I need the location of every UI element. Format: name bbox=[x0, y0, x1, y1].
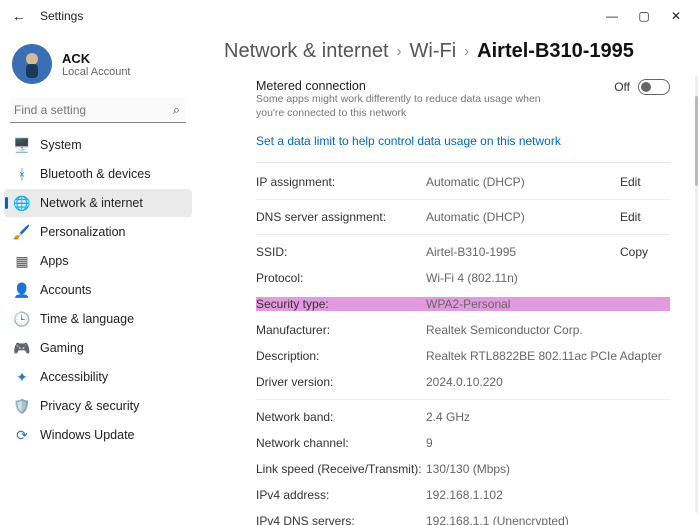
breadcrumb: Network & internet › Wi-Fi › Airtel-B310… bbox=[224, 40, 670, 63]
breadcrumb-l1[interactable]: Network & internet bbox=[224, 40, 389, 63]
nav-icon: ᚼ bbox=[14, 166, 30, 182]
edit-button[interactable]: Edit bbox=[620, 175, 670, 189]
nav-icon: 🌐 bbox=[14, 195, 30, 211]
minimize-button[interactable]: — bbox=[596, 2, 628, 30]
row-label: Security type: bbox=[256, 297, 426, 311]
nav-label: Accessibility bbox=[40, 370, 108, 384]
main: Network & internet › Wi-Fi › Airtel-B310… bbox=[200, 32, 700, 525]
nav-icon: ▦ bbox=[14, 253, 30, 269]
row-value: 192.168.1.1 (Unencrypted) 192.168.1.1 (U… bbox=[426, 514, 670, 525]
chevron-right-icon: › bbox=[464, 43, 469, 60]
row-value: Wi-Fi 4 (802.11n) bbox=[426, 271, 670, 285]
titlebar: ← Settings — ▢ ✕ bbox=[0, 0, 700, 32]
row-label: IP assignment: bbox=[256, 175, 426, 189]
sidebar-item-network-internet[interactable]: 🌐 Network & internet bbox=[4, 189, 192, 217]
avatar bbox=[12, 44, 52, 84]
sidebar-item-windows-update[interactable]: ⟳ Windows Update bbox=[4, 421, 192, 449]
row-value: WPA2-Personal bbox=[426, 297, 670, 311]
nav-icon: 🎮 bbox=[14, 340, 30, 356]
row-label: Link speed (Receive/Transmit): bbox=[256, 462, 426, 476]
sidebar-item-accessibility[interactable]: ✦ Accessibility bbox=[4, 363, 192, 391]
sidebar-item-apps[interactable]: ▦ Apps bbox=[4, 247, 192, 275]
nav-label: Network & internet bbox=[40, 196, 143, 210]
metered-state: Off bbox=[614, 80, 630, 94]
row-label: SSID: bbox=[256, 245, 426, 259]
row-label: DNS server assignment: bbox=[256, 210, 426, 224]
metered-desc: Some apps might work differently to redu… bbox=[256, 93, 566, 120]
sidebar-item-system[interactable]: 🖥️ System bbox=[4, 131, 192, 159]
profile-sub: Local Account bbox=[62, 66, 131, 78]
edit-button[interactable]: Edit bbox=[620, 210, 670, 224]
sidebar-item-bluetooth-devices[interactable]: ᚼ Bluetooth & devices bbox=[4, 160, 192, 188]
metered-connection: Metered connection Some apps might work … bbox=[224, 77, 670, 128]
row-value: 130/130 (Mbps) bbox=[426, 462, 670, 476]
row-label: IPv4 address: bbox=[256, 488, 426, 502]
sidebar-item-personalization[interactable]: 🖌️ Personalization bbox=[4, 218, 192, 246]
sidebar-item-time-language[interactable]: 🕒 Time & language bbox=[4, 305, 192, 333]
row-label: IPv4 DNS servers: bbox=[256, 514, 426, 525]
nav-icon: 🛡️ bbox=[14, 398, 30, 414]
search-input[interactable] bbox=[10, 98, 186, 123]
nav-label: Privacy & security bbox=[40, 399, 139, 413]
row-label: Manufacturer: bbox=[256, 323, 426, 337]
row-value: 2024.0.10.220 bbox=[426, 375, 670, 389]
row-value: Automatic (DHCP) bbox=[426, 210, 620, 224]
breadcrumb-current: Airtel-B310-1995 bbox=[477, 40, 634, 63]
nav-label: Windows Update bbox=[40, 428, 135, 442]
window-controls: — ▢ ✕ bbox=[596, 2, 692, 30]
nav-icon: 🖌️ bbox=[14, 224, 30, 240]
nav-label: System bbox=[40, 138, 82, 152]
divider bbox=[256, 162, 670, 163]
profile[interactable]: ACK Local Account bbox=[4, 40, 192, 96]
row-value: Automatic (DHCP) bbox=[426, 175, 620, 189]
nav-label: Time & language bbox=[40, 312, 134, 326]
nav-icon: ✦ bbox=[14, 369, 30, 385]
row-label: Protocol: bbox=[256, 271, 426, 285]
profile-name: ACK bbox=[62, 51, 131, 66]
nav-icon: 👤 bbox=[14, 282, 30, 298]
nav-label: Bluetooth & devices bbox=[40, 167, 151, 181]
row-value: Realtek Semiconductor Corp. bbox=[426, 323, 670, 337]
nav: 🖥️ System ᚼ Bluetooth & devices 🌐 Network & i… bbox=[4, 131, 192, 449]
scrollbar[interactable] bbox=[695, 76, 698, 513]
close-button[interactable]: ✕ bbox=[660, 2, 692, 30]
info-table: IP assignment: Automatic (DHCP) Edit DNS… bbox=[224, 169, 670, 525]
chevron-right-icon: › bbox=[397, 43, 402, 60]
row-value: Airtel-B310-1995 bbox=[426, 245, 620, 259]
nav-icon: 🕒 bbox=[14, 311, 30, 327]
metered-title: Metered connection bbox=[256, 79, 566, 93]
data-limit-link[interactable]: Set a data limit to help control data us… bbox=[224, 128, 670, 162]
scrollbar-thumb[interactable] bbox=[695, 96, 698, 186]
row-value: 2.4 GHz bbox=[426, 410, 670, 424]
nav-label: Gaming bbox=[40, 341, 84, 355]
row-label: Network channel: bbox=[256, 436, 426, 450]
row-label: Description: bbox=[256, 349, 426, 363]
back-button[interactable]: ← bbox=[8, 6, 30, 26]
row-value: 9 bbox=[426, 436, 670, 450]
maximize-button[interactable]: ▢ bbox=[628, 2, 660, 30]
sidebar: ACK Local Account ⌕ 🖥️ System ᚼ Bluetooth &… bbox=[0, 32, 200, 525]
sidebar-item-accounts[interactable]: 👤 Accounts bbox=[4, 276, 192, 304]
row-label: Driver version: bbox=[256, 375, 426, 389]
window-title: Settings bbox=[40, 9, 83, 23]
search-icon[interactable]: ⌕ bbox=[173, 102, 180, 118]
nav-icon: 🖥️ bbox=[14, 137, 30, 153]
row-value: Realtek RTL8822BE 802.11ac PCIe Adapter bbox=[426, 349, 670, 363]
sidebar-item-privacy-security[interactable]: 🛡️ Privacy & security bbox=[4, 392, 192, 420]
copy-button[interactable]: Copy bbox=[620, 245, 670, 259]
nav-icon: ⟳ bbox=[14, 427, 30, 443]
nav-label: Personalization bbox=[40, 225, 125, 239]
breadcrumb-l2[interactable]: Wi-Fi bbox=[410, 40, 457, 63]
metered-toggle[interactable] bbox=[638, 79, 670, 95]
row-value: 192.168.1.102 bbox=[426, 488, 670, 502]
row-label: Network band: bbox=[256, 410, 426, 424]
nav-label: Accounts bbox=[40, 283, 91, 297]
security-type-row: Security type: WPA2-Personal bbox=[256, 291, 670, 317]
nav-label: Apps bbox=[40, 254, 69, 268]
sidebar-item-gaming[interactable]: 🎮 Gaming bbox=[4, 334, 192, 362]
